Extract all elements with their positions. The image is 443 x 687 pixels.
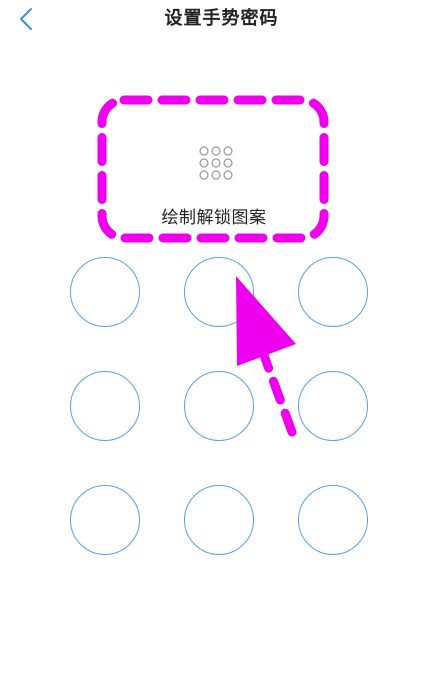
pattern-dot-1[interactable] <box>70 257 140 327</box>
pattern-dot-3[interactable] <box>298 257 368 327</box>
pattern-preview: 绘制解锁图案 <box>102 100 326 238</box>
pattern-dot-5[interactable] <box>184 371 254 441</box>
pattern-dot-6[interactable] <box>298 371 368 441</box>
pattern-grid-icon <box>198 146 234 180</box>
pattern-dot-7[interactable] <box>70 485 140 555</box>
preview-label: 绘制解锁图案 <box>161 208 267 228</box>
pattern-dot-2[interactable] <box>184 257 254 327</box>
pattern-dot-4[interactable] <box>70 371 140 441</box>
pattern-dot-8[interactable] <box>184 485 254 555</box>
pattern-dot-9[interactable] <box>298 485 368 555</box>
gesture-password-screen: 设置手势密码 绘制解锁图案 <box>0 0 443 687</box>
arrow-shaft <box>257 345 297 437</box>
nav-bar: 设置手势密码 <box>0 0 443 44</box>
page-title: 设置手势密码 <box>164 8 279 29</box>
